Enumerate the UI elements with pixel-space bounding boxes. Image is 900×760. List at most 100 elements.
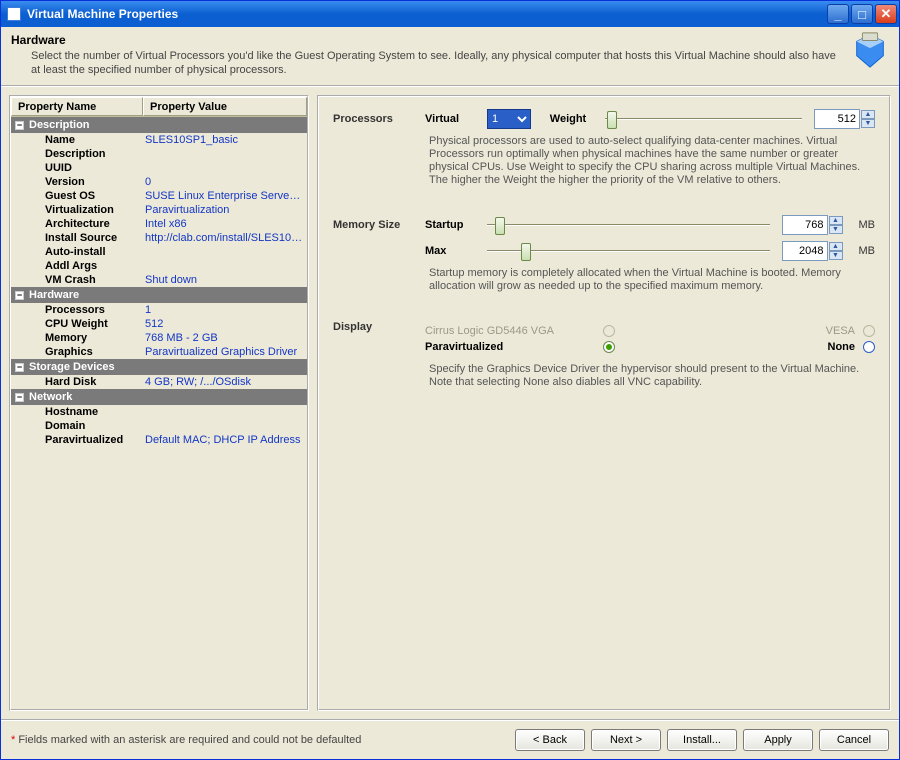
startup-memory-spinner[interactable]: ▲▼ xyxy=(782,215,843,235)
tree-section-storage-devices[interactable]: −Storage Devices xyxy=(11,359,307,375)
page-title: Hardware xyxy=(11,33,843,47)
tree-row[interactable]: Hostname xyxy=(11,405,307,419)
memory-label: Memory Size xyxy=(333,219,413,231)
property-name: VM Crash xyxy=(45,274,145,286)
maximize-button[interactable]: □ xyxy=(851,4,873,24)
property-name: Hard Disk xyxy=(45,376,145,388)
col-property-value[interactable]: Property Value xyxy=(143,97,307,116)
max-memory-slider[interactable] xyxy=(487,241,770,261)
property-value: http://clab.com/install/SLES10SP1/... xyxy=(145,232,307,244)
cancel-button[interactable]: Cancel xyxy=(819,729,889,751)
tree-row[interactable]: Auto-install xyxy=(11,245,307,259)
tree-row[interactable]: Memory768 MB - 2 GB xyxy=(11,331,307,345)
radio-none[interactable] xyxy=(863,341,875,353)
virtual-processors-select[interactable]: 1 xyxy=(487,109,531,129)
property-value: 512 xyxy=(145,318,307,330)
radio-vesa xyxy=(863,325,875,337)
required-note: * Fields marked with an asterisk are req… xyxy=(11,734,361,746)
startup-memory-slider[interactable] xyxy=(487,215,770,235)
tree-row[interactable]: VM CrashShut down xyxy=(11,273,307,287)
tree-row[interactable]: ParavirtualizedDefault MAC; DHCP IP Addr… xyxy=(11,433,307,447)
tree-row[interactable]: Domain xyxy=(11,419,307,433)
property-value: 0 xyxy=(145,176,307,188)
close-button[interactable]: ✕ xyxy=(875,4,897,24)
unit-label: MB xyxy=(859,219,876,231)
property-name: Processors xyxy=(45,304,145,316)
spin-down-icon[interactable]: ▼ xyxy=(861,119,875,128)
display-desc: Specify the Graphics Device Driver the h… xyxy=(429,363,875,389)
tree-row[interactable]: ArchitectureIntel x86 xyxy=(11,217,307,231)
property-name: Domain xyxy=(45,420,145,432)
collapse-icon[interactable]: − xyxy=(15,291,24,300)
property-name: Paravirtualized xyxy=(45,434,145,446)
property-value: Default MAC; DHCP IP Address xyxy=(145,434,307,446)
tree-row[interactable]: Addl Args xyxy=(11,259,307,273)
property-name: Addl Args xyxy=(45,260,145,272)
hardware-panel: Processors Virtual 1 Weight ▲▼ Physical … xyxy=(317,95,891,711)
col-property-name[interactable]: Property Name xyxy=(11,97,143,116)
processors-label: Processors xyxy=(333,113,413,125)
tree-row[interactable]: Description xyxy=(11,147,307,161)
apply-button[interactable]: Apply xyxy=(743,729,813,751)
property-name: Graphics xyxy=(45,346,145,358)
property-name: Auto-install xyxy=(45,246,145,258)
radio-cirrus xyxy=(603,325,615,337)
tree-row[interactable]: VirtualizationParavirtualization xyxy=(11,203,307,217)
minimize-button[interactable]: _ xyxy=(827,4,849,24)
property-name: Memory xyxy=(45,332,145,344)
tree-row[interactable]: NameSLES10SP1_basic xyxy=(11,133,307,147)
tree-row[interactable]: Install Sourcehttp://clab.com/install/SL… xyxy=(11,231,307,245)
tree-row[interactable]: Processors1 xyxy=(11,303,307,317)
collapse-icon[interactable]: − xyxy=(15,121,24,130)
titlebar[interactable]: Virtual Machine Properties _ □ ✕ xyxy=(1,1,899,27)
property-value: Paravirtualized Graphics Driver xyxy=(145,346,307,358)
weight-input[interactable] xyxy=(814,109,860,129)
property-name: Name xyxy=(45,134,145,146)
property-name: Version xyxy=(45,176,145,188)
unit-label: MB xyxy=(859,245,876,257)
tree-section-description[interactable]: −Description xyxy=(11,117,307,133)
property-value: 1 xyxy=(145,304,307,316)
spin-up-icon[interactable]: ▲ xyxy=(829,242,843,251)
back-button[interactable]: < Back xyxy=(515,729,585,751)
spin-down-icon[interactable]: ▼ xyxy=(829,251,843,260)
startup-label: Startup xyxy=(425,219,475,231)
tree-row[interactable]: Guest OSSUSE Linux Enterprise Server 10 xyxy=(11,189,307,203)
display-label: Display xyxy=(333,321,413,333)
property-name: Install Source xyxy=(45,232,145,244)
weight-label: Weight xyxy=(543,113,593,125)
property-value: 768 MB - 2 GB xyxy=(145,332,307,344)
tree-section-network[interactable]: −Network xyxy=(11,389,307,405)
window-title: Virtual Machine Properties xyxy=(27,7,178,21)
collapse-icon[interactable]: − xyxy=(15,393,24,402)
property-name: Description xyxy=(45,148,145,160)
tree-row[interactable]: GraphicsParavirtualized Graphics Driver xyxy=(11,345,307,359)
tree-row[interactable]: UUID xyxy=(11,161,307,175)
next-button[interactable]: Next > xyxy=(591,729,661,751)
max-memory-spinner[interactable]: ▲▼ xyxy=(782,241,843,261)
collapse-icon[interactable]: − xyxy=(15,363,24,372)
max-memory-input[interactable] xyxy=(782,241,828,261)
processors-desc: Physical processors are used to auto-sel… xyxy=(429,135,875,187)
tree-row[interactable]: CPU Weight512 xyxy=(11,317,307,331)
weight-slider[interactable] xyxy=(605,109,802,129)
startup-memory-input[interactable] xyxy=(782,215,828,235)
spin-up-icon[interactable]: ▲ xyxy=(829,216,843,225)
spin-down-icon[interactable]: ▼ xyxy=(829,225,843,234)
tree-row[interactable]: Version0 xyxy=(11,175,307,189)
property-tree: Property Name Property Value −Descriptio… xyxy=(9,95,309,711)
install-button[interactable]: Install... xyxy=(667,729,737,751)
page-description: Select the number of Virtual Processors … xyxy=(31,49,843,77)
radio-none-label: None xyxy=(815,341,855,353)
tree-section-hardware[interactable]: −Hardware xyxy=(11,287,307,303)
tree-row[interactable]: Hard Disk4 GB; RW; /.../OSdisk xyxy=(11,375,307,389)
radio-paravirt-label: Paravirtualized xyxy=(425,341,595,353)
spin-up-icon[interactable]: ▲ xyxy=(861,110,875,119)
max-label: Max xyxy=(425,245,475,257)
display-group: Display Cirrus Logic GD5446 VGA VESA xyxy=(333,321,875,389)
virtual-label: Virtual xyxy=(425,113,475,125)
weight-spinner[interactable]: ▲▼ xyxy=(814,109,875,129)
radio-paravirt[interactable] xyxy=(603,341,615,353)
memory-desc: Startup memory is completely allocated w… xyxy=(429,267,875,293)
processors-group: Processors Virtual 1 Weight ▲▼ Physical … xyxy=(333,109,875,187)
